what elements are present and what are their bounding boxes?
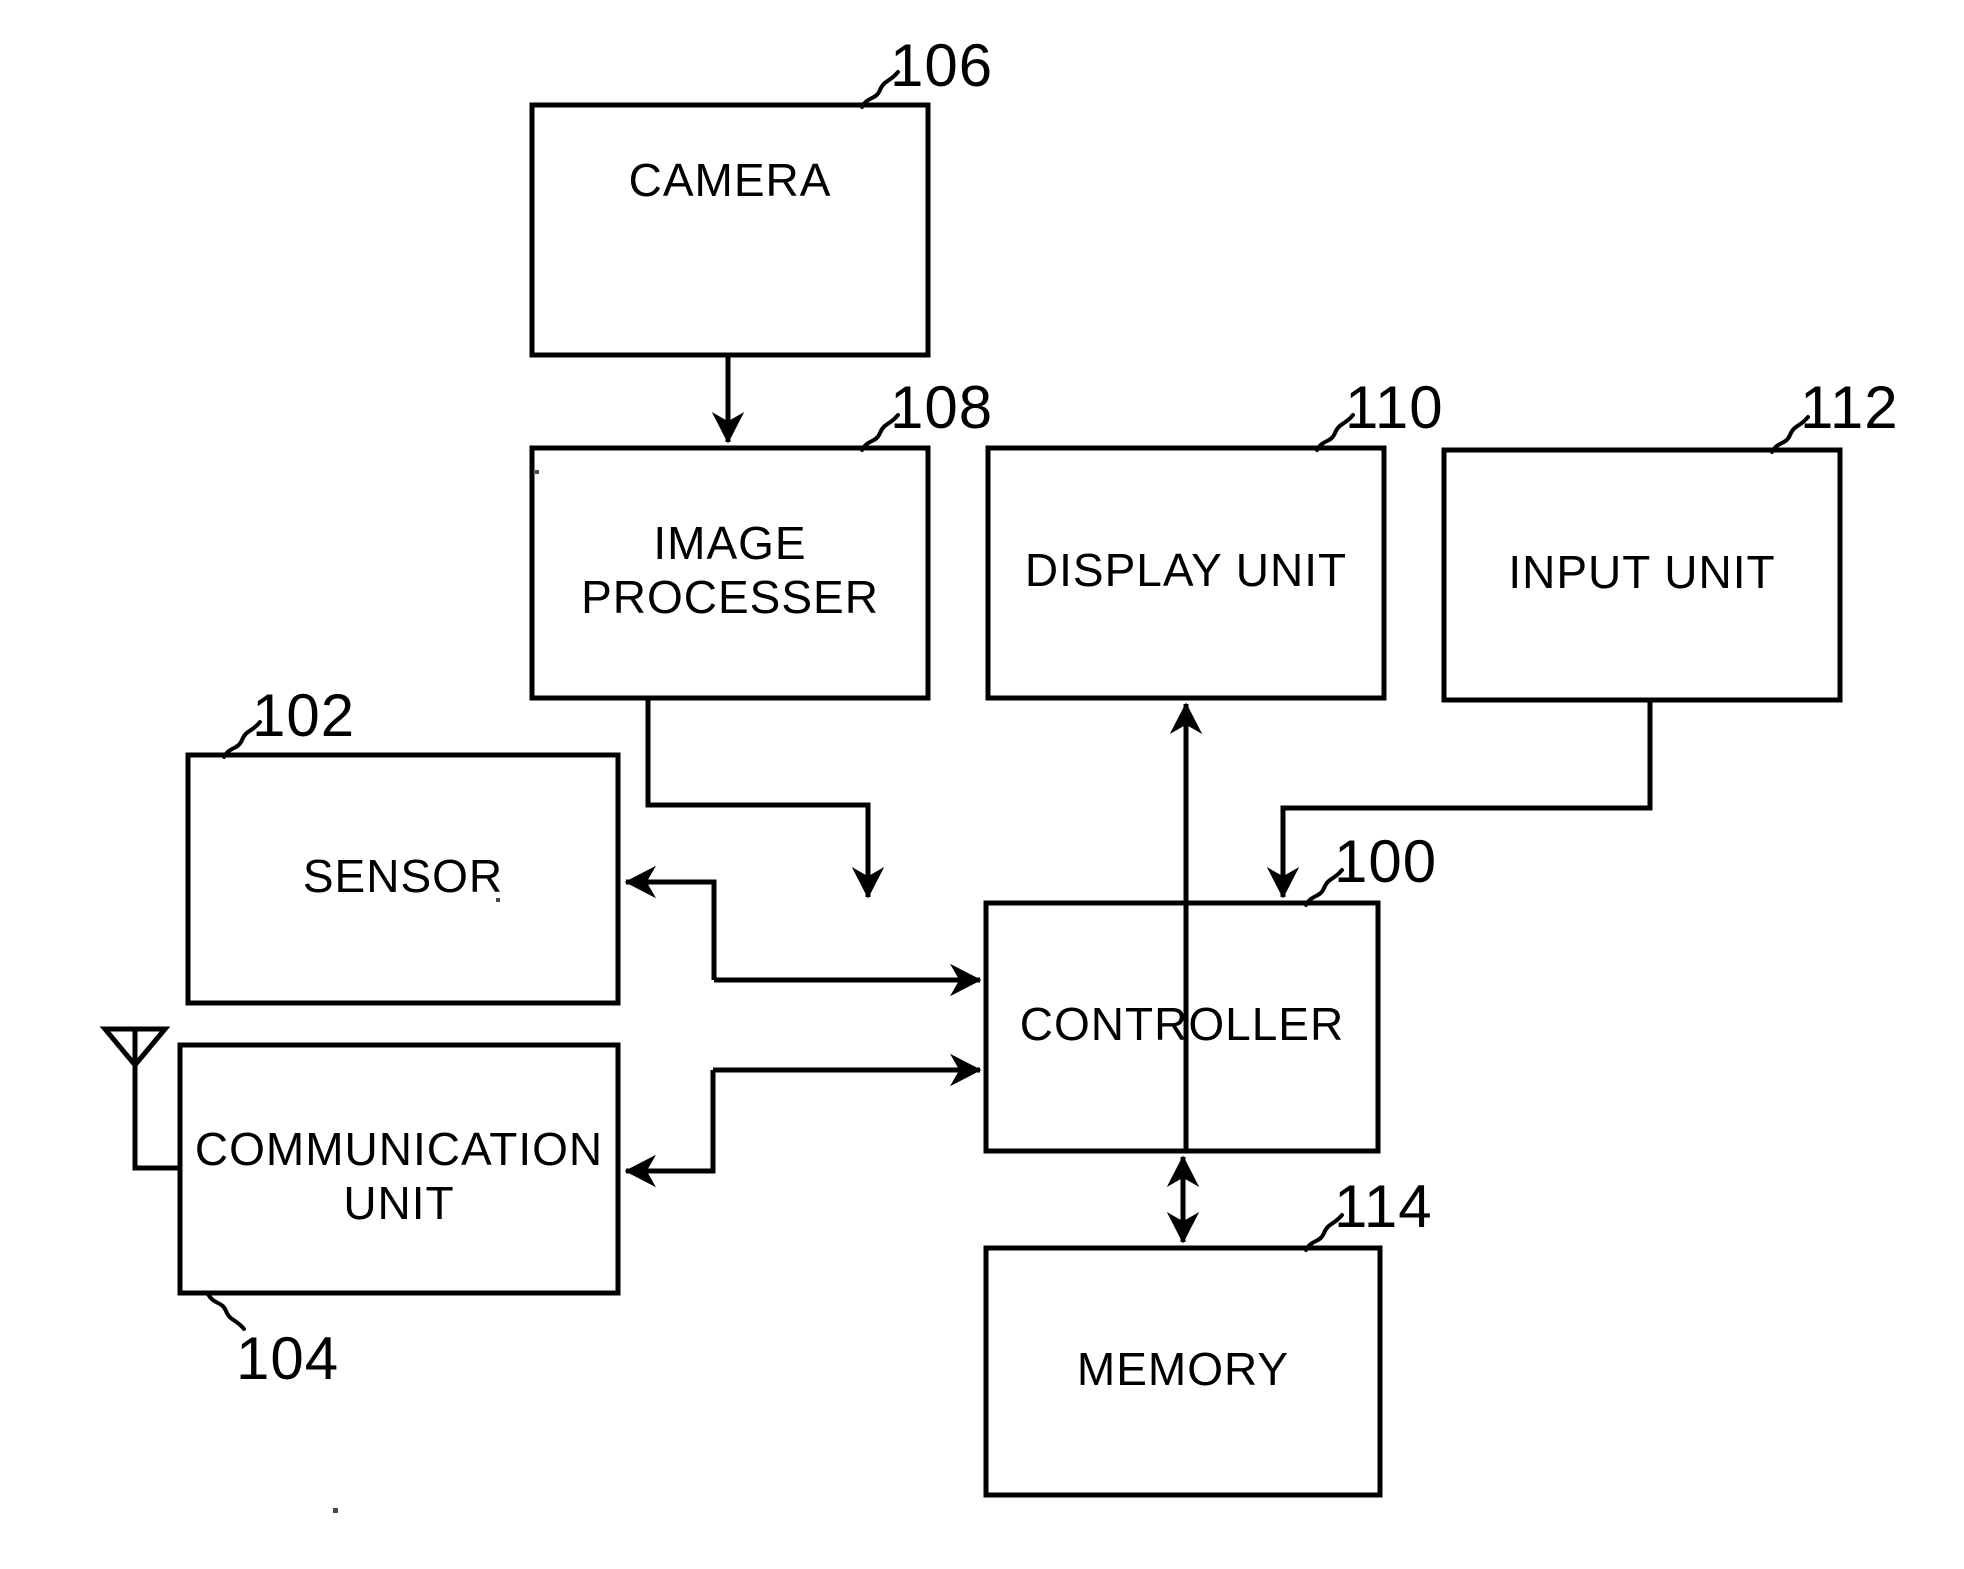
ref-numeral-114: 114: [1334, 1173, 1433, 1240]
sensor-label: SENSOR: [303, 850, 503, 902]
ref-numeral-104: 104: [236, 1325, 339, 1392]
patent-figure-canvas: CAMERA 106 IMAGE PROCESSER 108 DISPLAY U…: [0, 0, 1964, 1569]
block-sensor[interactable]: SENSOR 102: [185, 682, 621, 1006]
ref-numeral-112: 112: [1800, 374, 1899, 441]
camera-box[interactable]: [529, 102, 931, 358]
memory-label: MEMORY: [1077, 1343, 1289, 1395]
input-unit-label: INPUT UNIT: [1508, 546, 1775, 598]
display-unit-label: DISPLAY UNIT: [1025, 544, 1347, 596]
connection-controller-to-communication-unit: [624, 1070, 716, 1188]
ref-numeral-102: 102: [252, 682, 355, 749]
connection-controller-to-sensor: [624, 865, 717, 980]
block-image-processer[interactable]: IMAGE PROCESSER 108: [529, 374, 993, 701]
camera-label: CAMERA: [629, 154, 832, 206]
scan-speck: [496, 898, 500, 902]
ref-numeral-108: 108: [890, 374, 993, 441]
block-diagram-svg: CAMERA 106 IMAGE PROCESSER 108 DISPLAY U…: [99, 32, 1899, 1513]
image-processer-label-line2: PROCESSER: [581, 571, 879, 623]
antenna-symbol: [99, 1026, 171, 1069]
ref-numeral-100: 100: [1334, 828, 1437, 895]
block-controller[interactable]: CONTROLLER 100: [983, 828, 1437, 1154]
scan-speck: [333, 1508, 338, 1513]
block-memory[interactable]: MEMORY 114: [983, 1173, 1433, 1498]
connection-image-processer-to-controller: [645, 698, 885, 899]
ref-numeral-110: 110: [1345, 374, 1444, 441]
image-processer-label-line1: IMAGE: [653, 517, 806, 569]
block-communication-unit[interactable]: COMMUNICATION UNIT 104: [177, 1042, 621, 1392]
communication-unit-label-line1: COMMUNICATION: [195, 1123, 603, 1175]
connection-antenna-to-communication-unit: [132, 1063, 182, 1171]
communication-unit-label-line2: UNIT: [343, 1177, 454, 1229]
block-display-unit[interactable]: DISPLAY UNIT 110: [985, 374, 1444, 701]
ref-numeral-106: 106: [890, 32, 993, 99]
block-camera[interactable]: CAMERA 106: [529, 32, 993, 358]
block-input-unit[interactable]: INPUT UNIT 112: [1441, 374, 1899, 703]
controller-label: CONTROLLER: [1020, 998, 1344, 1050]
leader-line-104: [206, 1292, 246, 1331]
scan-speck: [535, 470, 539, 474]
